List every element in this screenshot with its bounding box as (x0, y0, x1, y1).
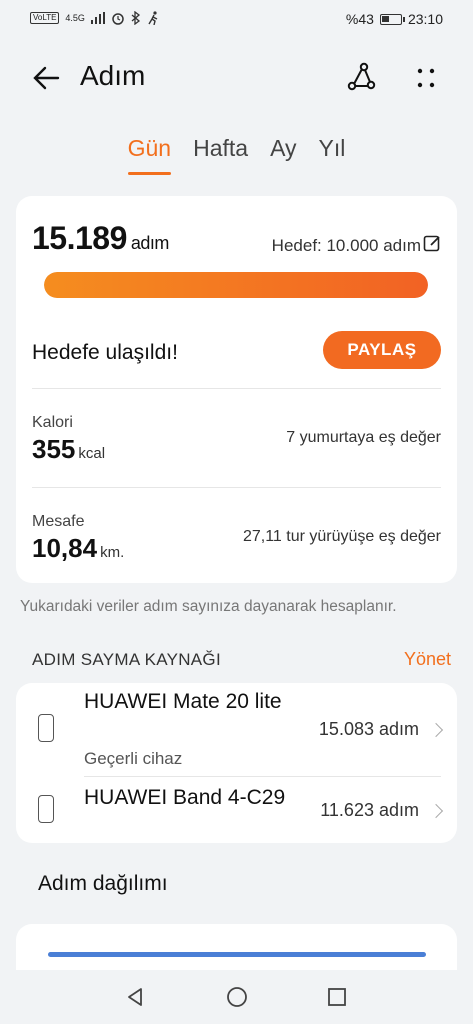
step-value: 15.189 (32, 220, 127, 256)
battery-percent: %43 (345, 11, 374, 27)
distance-unit: km. (100, 544, 125, 561)
calorie-unit: kcal (78, 445, 106, 462)
divider (32, 487, 441, 488)
status-right: %43 23:10 (346, 11, 443, 27)
step-unit: adım (130, 233, 170, 253)
phone-icon (38, 795, 54, 823)
alarm-icon (112, 13, 124, 25)
calorie-label: Kalori (32, 414, 73, 431)
distance-label: Mesafe (32, 513, 85, 530)
bluetooth-icon (131, 11, 140, 25)
distribution-chart-line (48, 952, 426, 957)
device-list: HUAWEI Mate 20 lite Geçerli cihaz 15.083… (16, 683, 457, 843)
goal-progress-fill (44, 272, 428, 298)
device-status: Geçerli cihaz (84, 749, 183, 768)
chevron-right-icon (428, 803, 444, 819)
volte-badge: VoLTE (30, 12, 60, 24)
status-bar: VoLTE 4.5G %43 23:10 (0, 0, 473, 40)
signal-icon (90, 12, 105, 24)
device-steps: 15.083 adım (318, 719, 419, 739)
distance-number: 10,84 (32, 533, 98, 563)
distribution-title: Adım dağılımı (38, 872, 168, 895)
back-arrow-icon[interactable] (30, 62, 62, 94)
source-heading: ADIM SAYMA KAYNAĞI (32, 650, 221, 669)
nav-back-icon[interactable] (124, 986, 146, 1008)
nav-home-icon[interactable] (226, 986, 248, 1008)
summary-card: 15.189 adım Hedef: 10.000 adım Hedefe ula… (16, 196, 457, 583)
goal-reached-text: Hedefe ulaşıldı! (32, 341, 178, 364)
goal-progress-bar (44, 272, 428, 298)
calorie-number: 355 (32, 434, 76, 464)
tab-day[interactable]: Gün (127, 135, 172, 175)
battery-icon (379, 13, 405, 25)
clock: 23:10 (407, 11, 443, 27)
distance-value: 10,84 km. (32, 533, 124, 564)
route-icon[interactable] (344, 60, 378, 94)
share-button[interactable]: PAYLAŞ (323, 331, 441, 369)
tab-year[interactable]: Yıl (319, 135, 346, 175)
divider (32, 388, 441, 389)
tab-month[interactable]: Ay (270, 135, 296, 175)
period-tabs: Gün Hafta Ay Yıl (0, 135, 473, 185)
info-note: Yukarıdaki veriler adım sayınıza dayanar… (20, 598, 397, 615)
page-title: Adım (80, 60, 146, 91)
network-type: 4.5G (65, 13, 85, 23)
phone-icon (38, 714, 54, 742)
goal-text: Hedef: 10.000 adım (271, 236, 421, 255)
system-nav-bar (0, 970, 473, 1024)
calorie-equivalent: 7 yumurtaya eş değer (286, 429, 441, 446)
tab-week[interactable]: Hafta (193, 135, 248, 175)
distance-equivalent: 27,11 tur yürüyüşe eş değer (242, 528, 441, 545)
device-steps: 11.623 adım (320, 800, 419, 820)
app-bar: Adım (0, 40, 473, 120)
nav-recents-icon[interactable] (326, 986, 348, 1008)
status-left: VoLTE 4.5G (30, 11, 161, 25)
chevron-right-icon (428, 722, 444, 738)
manage-link[interactable]: Yönet (404, 649, 451, 670)
calorie-value: 355 kcal (32, 434, 105, 465)
device-name: HUAWEI Mate 20 lite (84, 690, 282, 713)
divider (84, 776, 441, 777)
more-icon[interactable] (410, 62, 442, 94)
step-count: 15.189 adım (32, 220, 169, 257)
edit-icon[interactable] (423, 234, 441, 252)
device-name: HUAWEI Band 4-C29 (84, 786, 286, 809)
walking-icon (148, 11, 158, 25)
